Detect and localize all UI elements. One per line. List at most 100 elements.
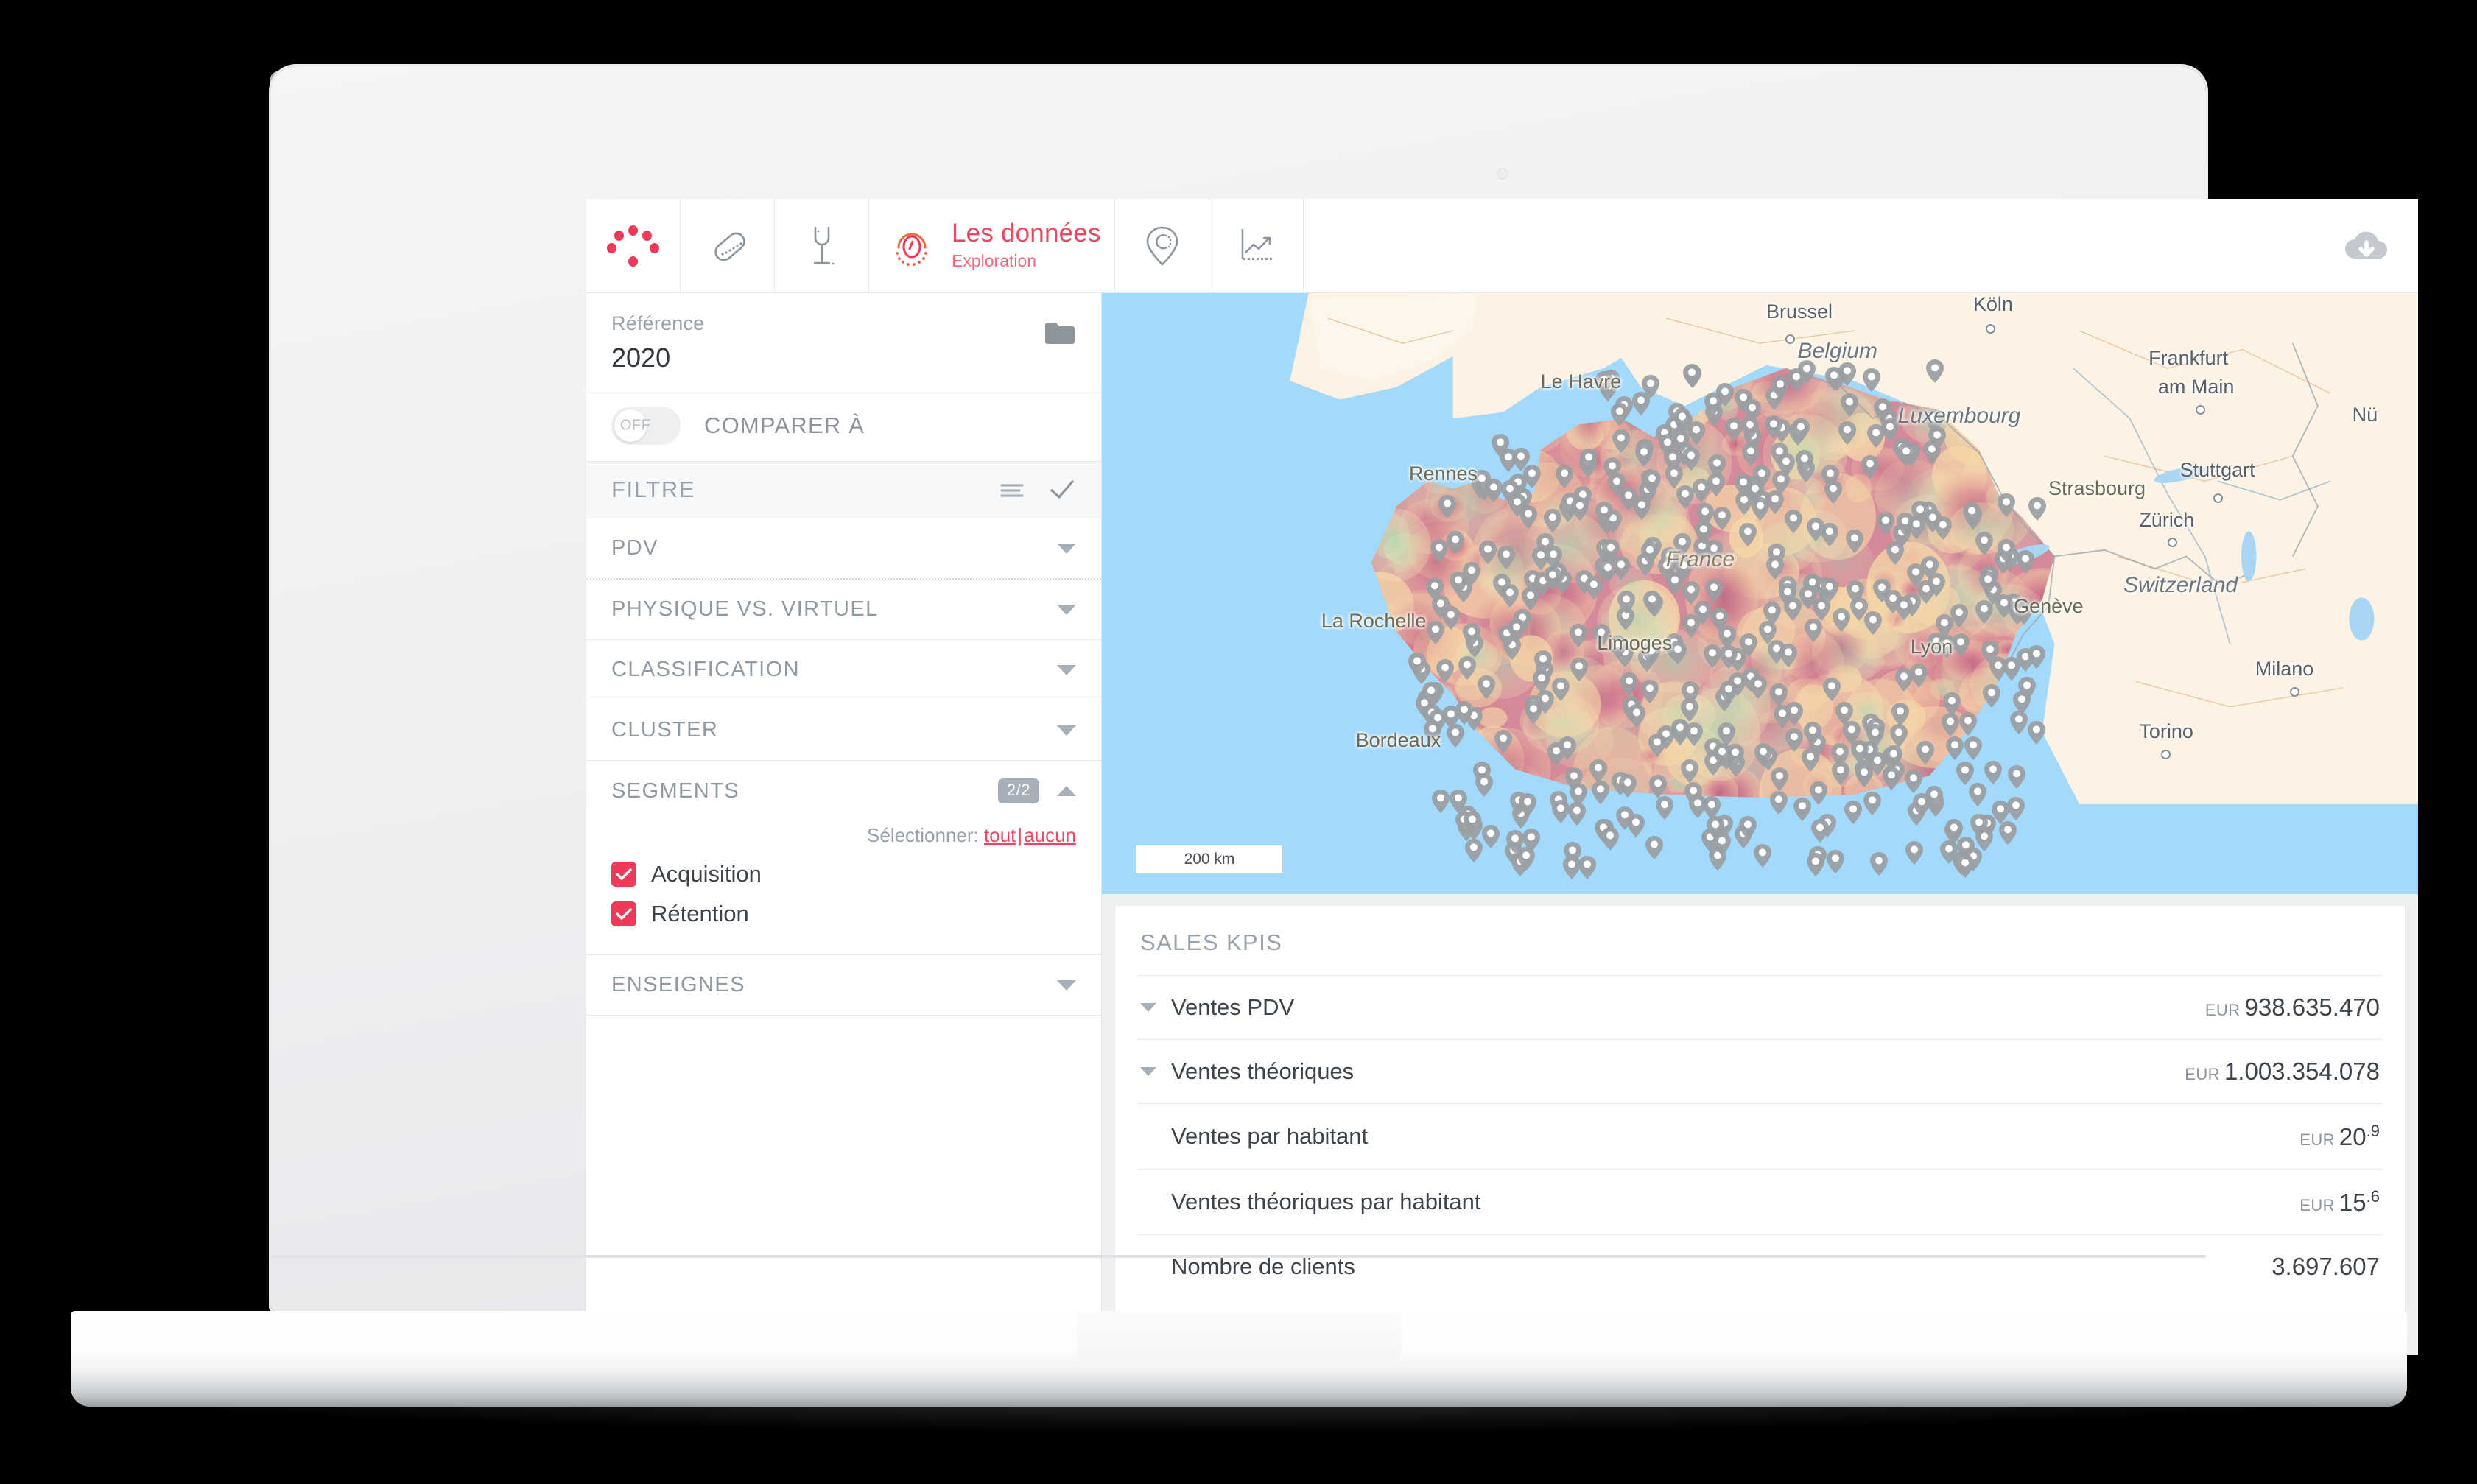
kpi-row[interactable]: Ventes PDV EUR 938.635.470 bbox=[1137, 975, 2383, 1039]
accordion-classification-right bbox=[1057, 664, 1076, 675]
sidebar-empty-space bbox=[586, 1016, 1101, 1355]
webcam-icon bbox=[1497, 168, 1508, 180]
laptop-lid-hinge bbox=[271, 1255, 2206, 1258]
accordion-pdv[interactable]: PDV bbox=[586, 518, 1101, 580]
select-prefix-label: Sélectionner: bbox=[867, 824, 979, 846]
nav-active-title: Les données bbox=[952, 219, 1101, 248]
kpi-row: Ventes par habitant EUR 20.9 bbox=[1137, 1103, 2383, 1169]
kpi-row-left: Ventes PDV bbox=[1140, 994, 1294, 1021]
map-city-dot bbox=[2195, 405, 2205, 415]
trend-chart-icon bbox=[1241, 228, 1272, 260]
nav-item-data[interactable]: Les données Exploration bbox=[869, 199, 1115, 292]
select-none-link[interactable]: aucun bbox=[1024, 824, 1076, 846]
expand-triangle-icon[interactable] bbox=[1140, 1003, 1156, 1012]
nav-active-subtitle: Exploration bbox=[952, 250, 1037, 270]
laptop-base bbox=[71, 1311, 2407, 1407]
laptop-lid: Les données Exploration Référence 2020 O… bbox=[271, 66, 2418, 1355]
map-city-dot bbox=[2213, 493, 2223, 503]
sales-kpi-card: SALES KPIS Ventes PDV EUR 938.635.470 Vente… bbox=[1115, 906, 2405, 1355]
map-city-dot bbox=[2167, 538, 2177, 547]
segments-count-badge: 2/2 bbox=[997, 778, 1039, 803]
segments-panel: Sélectionner: tout|aucun Acquisition Rét… bbox=[586, 821, 1101, 955]
accordion-pdv-label: PDV bbox=[611, 536, 658, 560]
kpi-value-number: 20 bbox=[2339, 1123, 2367, 1150]
reference-label: Référence bbox=[611, 312, 705, 334]
accordion-pdv-right bbox=[1057, 543, 1076, 554]
compare-toggle-row[interactable]: OFF COMPARER À bbox=[586, 390, 1101, 462]
nav-active-labels: Les données Exploration bbox=[952, 219, 1101, 271]
reference-value: 2020 bbox=[611, 342, 671, 373]
reference-block[interactable]: Référence 2020 bbox=[586, 293, 1101, 390]
wrench-icon bbox=[813, 226, 834, 264]
check-icon bbox=[616, 908, 632, 920]
kpi-value-number: 1.003.354.078 bbox=[2224, 1058, 2380, 1085]
kpi-value-decimal: .6 bbox=[2366, 1187, 2380, 1206]
filter-header: FILTRE bbox=[586, 462, 1101, 518]
kpi-row-value: EUR 1.003.354.078 bbox=[2185, 1058, 2380, 1086]
accordion-classification-label: CLASSIFICATION bbox=[611, 658, 800, 681]
expand-triangle-icon[interactable] bbox=[1140, 1067, 1156, 1076]
accordion-physique-vs-virtuel[interactable]: PHYSIQUE VS. VIRTUEL bbox=[586, 580, 1101, 640]
map-city-dot bbox=[1985, 324, 1995, 334]
checkbox-acquisition[interactable] bbox=[611, 862, 636, 887]
app-window: Les données Exploration Référence 2020 O… bbox=[586, 199, 2418, 1355]
kpi-row-left: Ventes théoriques par habitant bbox=[1140, 1189, 1481, 1215]
nav-item-analytics[interactable] bbox=[1209, 199, 1304, 292]
chevron-down-icon bbox=[1057, 664, 1076, 675]
kpi-currency-label: EUR bbox=[2299, 1130, 2335, 1149]
kpi-row-value: 3.697.607 bbox=[2272, 1253, 2380, 1281]
kpi-row-value: EUR 938.635.470 bbox=[2205, 994, 2380, 1021]
sort-lines-icon[interactable] bbox=[998, 479, 1026, 501]
toggle-state-label: OFF bbox=[620, 417, 651, 434]
choropleth-map[interactable]: Brussel Köln Belgium Frankfurt am Main Luxemb… bbox=[1102, 293, 2418, 894]
filter-actions bbox=[998, 478, 1076, 502]
nav-item-location[interactable] bbox=[1115, 199, 1209, 292]
reference-text-group: Référence 2020 bbox=[611, 312, 704, 373]
folder-icon[interactable] bbox=[1044, 320, 1076, 350]
kpi-indent-spacer bbox=[1140, 1132, 1156, 1141]
accordion-enseignes[interactable]: ENSEIGNES bbox=[586, 955, 1101, 1016]
select-all-link[interactable]: tout bbox=[984, 824, 1016, 846]
checkbox-retention[interactable] bbox=[611, 901, 636, 926]
kpi-row-value: EUR 15.6 bbox=[2299, 1187, 2380, 1217]
gauge-icon bbox=[896, 233, 927, 266]
compare-label: COMPARER À bbox=[704, 412, 865, 438]
check-icon[interactable] bbox=[1048, 478, 1076, 502]
nav-item-clip[interactable] bbox=[681, 199, 775, 292]
accordion-segments-right: 2/2 bbox=[997, 778, 1076, 803]
lake-garda bbox=[2349, 597, 2375, 641]
lake-maggiore bbox=[2241, 531, 2257, 582]
map-pin-icon bbox=[1146, 226, 1178, 266]
map-city-dot bbox=[1785, 334, 1795, 344]
accordion-classification[interactable]: CLASSIFICATION bbox=[586, 640, 1101, 700]
map-city-dot bbox=[2289, 687, 2299, 697]
nav-item-logo[interactable] bbox=[586, 199, 681, 292]
kpi-value-number: 3.697.607 bbox=[2272, 1253, 2380, 1280]
paperclip-icon bbox=[714, 232, 745, 261]
kpi-currency-label: EUR bbox=[2204, 1001, 2241, 1019]
kpi-row-name: Ventes PDV bbox=[1171, 994, 1295, 1020]
accordion-cluster[interactable]: CLUSTER bbox=[586, 700, 1101, 761]
segment-option-acquisition[interactable]: Acquisition bbox=[611, 854, 1076, 894]
chevron-down-icon bbox=[1057, 980, 1076, 991]
top-navigation-bar: Les données Exploration bbox=[586, 199, 2418, 293]
compare-toggle[interactable]: OFF bbox=[611, 407, 681, 445]
kpi-indent-spacer bbox=[1140, 1262, 1156, 1271]
accordion-physique-vs-virtuel-label: PHYSIQUE VS. VIRTUEL bbox=[611, 597, 879, 621]
kpi-row[interactable]: Ventes théoriques EUR 1.003.354.078 bbox=[1137, 1039, 2383, 1103]
kpi-value-number: 15 bbox=[2339, 1189, 2367, 1216]
download-button[interactable] bbox=[2315, 199, 2418, 292]
kpi-row-left: Ventes par habitant bbox=[1140, 1123, 1368, 1150]
segment-option-retention[interactable]: Rétention bbox=[611, 894, 1076, 934]
accordion-segments[interactable]: SEGMENTS 2/2 bbox=[586, 761, 1101, 821]
nav-item-tools[interactable] bbox=[775, 199, 869, 292]
map-scale-label: 200 km bbox=[1184, 850, 1235, 868]
accordion-cluster-label: CLUSTER bbox=[611, 718, 719, 742]
segment-label-retention: Rétention bbox=[651, 901, 749, 926]
kpi-indent-spacer bbox=[1140, 1198, 1156, 1206]
map-scale-bar: 200 km bbox=[1136, 845, 1283, 873]
kpi-row: Nombre de clients 3.697.607 bbox=[1137, 1234, 2383, 1298]
map-landmass-layer bbox=[1290, 293, 2418, 805]
accordion-enseignes-label: ENSEIGNES bbox=[611, 973, 745, 996]
